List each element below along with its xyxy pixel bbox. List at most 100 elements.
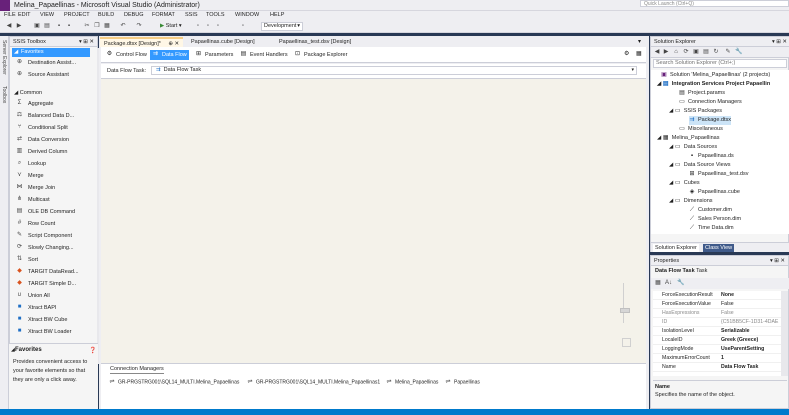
tab-data-flow[interactable]: ⇉ Data Flow: [150, 50, 189, 60]
menu-view[interactable]: VIEW: [40, 12, 54, 18]
zoom-fit-button[interactable]: [622, 338, 631, 347]
home-icon[interactable]: ⌂: [673, 49, 679, 55]
toolbox-item[interactable]: ▥ Derived Column: [16, 148, 68, 158]
back-icon[interactable]: ◀: [654, 49, 660, 55]
menu-window[interactable]: WINDOW: [235, 12, 259, 18]
alphabetical-icon[interactable]: A↓: [665, 280, 672, 286]
tree-node[interactable]: ▭ Miscellaneous: [679, 125, 723, 134]
data-flow-task-select[interactable]: ⇉ Data Flow Task ▾: [151, 66, 637, 75]
tab-dsv-design[interactable]: Papaellinas_test.dsv [Design]: [275, 37, 355, 47]
menu-tools[interactable]: TOOLS: [206, 12, 225, 18]
tab-class-view[interactable]: Class View: [703, 244, 735, 252]
toolbox-item[interactable]: ◆ TARGIT Simple D...: [16, 280, 76, 290]
designer-grid-icon[interactable]: ▦: [636, 50, 642, 57]
tree-node[interactable]: ◢ ▭ Cubes: [669, 179, 700, 188]
toolbox-item[interactable]: ⑂ Conditional Split: [16, 124, 68, 134]
server-explorer-tab[interactable]: Server Explorer: [1, 40, 7, 75]
back-icon[interactable]: ◀: [6, 23, 12, 29]
tree-node[interactable]: ◢ ▭ Dimensions: [669, 197, 713, 206]
show-all-icon[interactable]: ▤: [703, 49, 709, 55]
tree-node[interactable]: ◈ Papaellinas.cube: [689, 188, 740, 197]
tab-parameters[interactable]: ⊞ Parameters: [193, 50, 235, 60]
tab-package-design[interactable]: Package.dtsx [Design]* ⊕ ✕: [100, 37, 184, 47]
forward-icon[interactable]: ▶: [16, 23, 22, 29]
connection-item[interactable]: ⇌ Papaellinas: [445, 379, 479, 385]
copy-icon[interactable]: ❐: [94, 23, 100, 29]
tab-solution-explorer[interactable]: Solution Explorer: [653, 244, 699, 252]
toolbox-item[interactable]: ⟳ Slowly Changing...: [16, 244, 74, 254]
properties-icon[interactable]: ✎: [725, 49, 731, 55]
connection-item[interactable]: ⇌ GR-PRGSTRG001\SQL14_MULTI.Melina_Papael…: [247, 379, 380, 385]
toolbox-item-destination-assistant[interactable]: ⊕ Destination Assist...: [16, 59, 76, 69]
start-button[interactable]: ▶ Start ▾: [160, 23, 182, 29]
toolbox-tab[interactable]: Toolbox: [1, 86, 7, 103]
quick-launch-input[interactable]: Quick Launch (Ctrl+Q): [640, 0, 789, 7]
tree-node-package[interactable]: ⇉ Package.dtsx: [689, 116, 732, 125]
menu-project[interactable]: PROJECT: [64, 12, 90, 18]
toolbar-icon-a[interactable]: ▫: [195, 23, 201, 29]
help-icon[interactable]: ❓: [89, 347, 96, 354]
tab-control-flow[interactable]: ⚙ Control Flow: [104, 50, 149, 60]
save-all-icon[interactable]: ▪: [66, 23, 72, 29]
toolbox-item[interactable]: ⌕ Lookup: [16, 160, 46, 170]
toolbox-common-header[interactable]: ◢ Common: [14, 90, 42, 96]
toolbox-favorites-header[interactable]: ◢ Favorites: [12, 48, 90, 57]
property-row[interactable]: LoggingMode UseParentSetting: [653, 345, 781, 354]
data-flow-canvas[interactable]: [101, 78, 646, 363]
connection-item[interactable]: ⇌ GR-PRGSTRG001\SQL14_MULTI.Melina_Papael…: [109, 379, 239, 385]
redo-icon[interactable]: ↷: [136, 23, 142, 29]
forward-icon[interactable]: ▶: [663, 49, 669, 55]
zoom-slider[interactable]: [623, 283, 631, 323]
toolbox-item[interactable]: ⚖ Balanced Data D...: [16, 112, 74, 122]
open-file-icon[interactable]: ▤: [44, 23, 50, 29]
toolbox-item[interactable]: ✎ Script Component: [16, 232, 72, 242]
tree-node-solution[interactable]: ▣ Solution 'Melina_Papaellinas' (2 projec…: [661, 71, 770, 80]
property-row[interactable]: HasExpressions False: [653, 309, 781, 318]
toolbox-item[interactable]: ■ Xtract BW Loader: [16, 328, 72, 338]
property-row[interactable]: ID {C51BB5CF-1D31-4DAE: [653, 318, 781, 327]
toolbar-icon-b[interactable]: ▫: [205, 23, 211, 29]
save-icon[interactable]: ▪: [56, 23, 62, 29]
tab-cube-design[interactable]: Papaellinas.cube [Design]: [187, 37, 259, 47]
toolbar-icon-d[interactable]: ▫: [240, 23, 246, 29]
wrench-icon[interactable]: 🔧: [735, 49, 742, 55]
toolbox-item[interactable]: ■ Xtract BW Cube: [16, 316, 68, 326]
menu-edit[interactable]: EDIT: [18, 12, 31, 18]
toolbox-item[interactable]: ∪ Union All: [16, 292, 49, 302]
cut-icon[interactable]: ✂: [84, 23, 90, 29]
tab-event-handlers[interactable]: ▤ Event Handlers: [238, 50, 290, 60]
tab-overflow-icon[interactable]: ▾: [638, 38, 641, 45]
toolbox-item[interactable]: ⇅ Sort: [16, 256, 38, 266]
tree-node[interactable]: ⟋ Time Data.dim: [689, 224, 734, 233]
property-row[interactable]: ForceExecutionValue False: [653, 300, 781, 309]
tree-node[interactable]: ◢ ▭ Data Source Views: [669, 161, 730, 170]
sync-icon[interactable]: ⟳: [683, 49, 689, 55]
toolbox-item[interactable]: ◆ TARGIT DataRead...: [16, 268, 78, 278]
toolbox-item[interactable]: Σ Aggregate: [16, 100, 54, 110]
menu-ssis[interactable]: SSIS: [185, 12, 198, 18]
tree-node-project[interactable]: ◢ ▤ Integration Services Project Papaelli…: [657, 80, 770, 89]
property-pages-icon[interactable]: 🔧: [677, 280, 684, 286]
property-row[interactable]: IsolationLevel Serializable: [653, 327, 781, 336]
new-project-icon[interactable]: ▣: [34, 23, 40, 29]
tree-node[interactable]: ⟋ Sales Person.dim: [689, 215, 741, 224]
tree-node[interactable]: ◢ ▭ Data Sources: [669, 143, 717, 152]
collapse-all-icon[interactable]: ▣: [693, 49, 699, 55]
solution-explorer-search[interactable]: Search Solution Explorer (Ctrl+;): [653, 59, 787, 68]
property-row[interactable]: Name Data Flow Task: [653, 363, 781, 372]
paste-icon[interactable]: ▦: [104, 23, 110, 29]
connection-item[interactable]: ⇌ Melina_Papaellinas: [386, 379, 438, 385]
toolbox-item[interactable]: ⋈ Merge Join: [16, 184, 56, 194]
tab-package-explorer[interactable]: ⊡ Package Explorer: [292, 50, 349, 60]
configuration-select[interactable]: Development ▾: [261, 22, 303, 31]
toolbox-item[interactable]: ■ Xtract BAPI: [16, 304, 57, 314]
toolbox-item[interactable]: ⋎ Merge: [16, 172, 43, 182]
toolbox-item[interactable]: ⋔ Multicast: [16, 196, 50, 206]
toolbox-item[interactable]: # Row Count: [16, 220, 55, 230]
tree-node[interactable]: ▪ Papaellinas.ds: [689, 152, 734, 161]
designer-tool-icon[interactable]: ⚙: [624, 50, 629, 57]
properties-object-select[interactable]: Data Flow Task Task: [655, 268, 707, 274]
menu-help[interactable]: HELP: [270, 12, 284, 18]
refresh-icon[interactable]: ↻: [713, 49, 719, 55]
connection-managers-tab[interactable]: Connection Managers: [110, 366, 164, 374]
